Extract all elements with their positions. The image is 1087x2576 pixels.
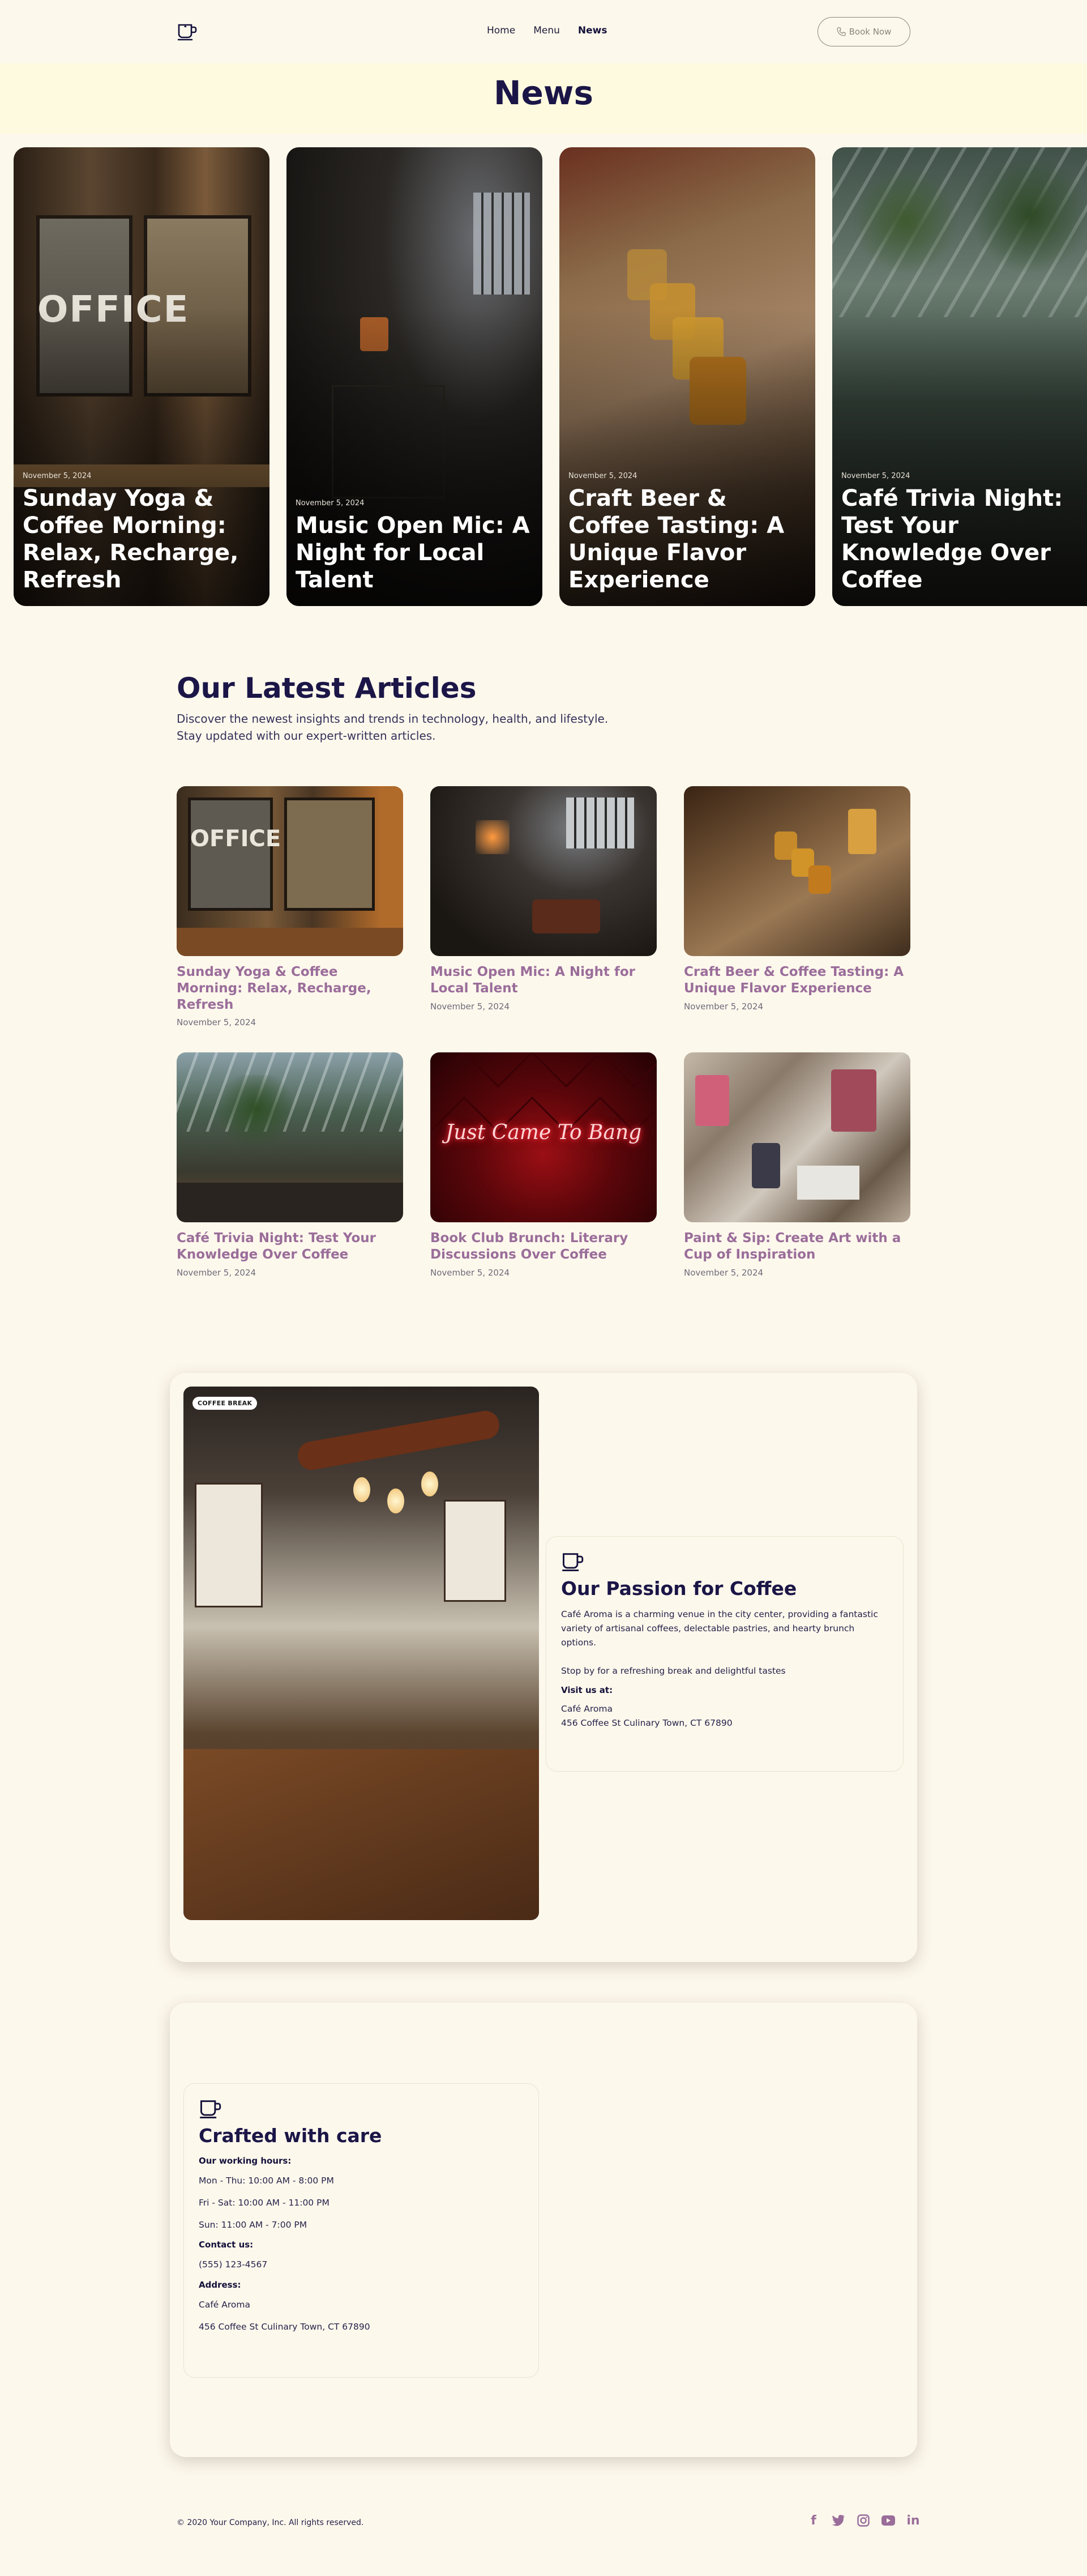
- hero-card[interactable]: OFFICE November 5, 2024 Sunday Yoga & Co…: [14, 147, 269, 606]
- hero-date: November 5, 2024: [23, 472, 92, 480]
- article-image-market-crowd: [684, 1052, 910, 1222]
- care-title: Crafted with care: [199, 2125, 382, 2147]
- care-box: Crafted with care Our working hours: Mon…: [183, 2083, 539, 2378]
- article-card[interactable]: Craft Beer & Coffee Tasting: A Unique Fl…: [684, 786, 910, 1012]
- coffee-cup-icon: [200, 2100, 221, 2118]
- hero-title: Craft Beer & Coffee Tasting: A Unique Fl…: [568, 485, 785, 593]
- hero-text: November 5, 2024 Craft Beer & Coffee Tas…: [568, 472, 805, 594]
- about-image-coffee-shop: COFFEE BREAK: [183, 1387, 539, 1920]
- article-date: November 5, 2024: [177, 1267, 256, 1278]
- hours-label: Our working hours:: [199, 2156, 292, 2166]
- coffee-break-badge: COFFEE BREAK: [192, 1397, 258, 1410]
- page: Home Menu News Book Now News OFFICE Nove…: [0, 0, 1087, 2576]
- hero-card[interactable]: November 5, 2024 Craft Beer & Coffee Tas…: [559, 147, 815, 606]
- book-now-label: Book Now: [849, 27, 892, 37]
- twitter-icon[interactable]: [831, 2513, 846, 2528]
- page-title: News: [494, 74, 593, 112]
- article-title[interactable]: Café Trivia Night: Test Your Knowledge O…: [177, 1230, 403, 1263]
- article-date: November 5, 2024: [177, 1017, 256, 1028]
- article-image-beer-flight: [684, 786, 910, 956]
- hero-title: Café Trivia Night: Test Your Knowledge O…: [841, 485, 1063, 593]
- hero-date: November 5, 2024: [568, 472, 637, 480]
- hours-sunday: Sun: 11:00 AM - 7:00 PM: [199, 2219, 307, 2230]
- article-card[interactable]: Music Open Mic: A Night for Local Talent…: [430, 786, 657, 1012]
- visit-name: Café Aroma: [561, 1704, 613, 1715]
- care-address: 456 Coffee St Culinary Town, CT 67890: [199, 2321, 370, 2332]
- article-card[interactable]: Just Came To Bang Book Club Brunch: Lite…: [430, 1052, 657, 1278]
- latest-articles-title: Our Latest Articles: [177, 672, 477, 705]
- nav-news[interactable]: News: [578, 25, 607, 36]
- contact-phone[interactable]: (555) 123-4567: [199, 2258, 524, 2272]
- article-title[interactable]: Craft Beer & Coffee Tasting: A Unique Fl…: [684, 964, 910, 997]
- article-card[interactable]: Café Trivia Night: Test Your Knowledge O…: [177, 1052, 403, 1278]
- nav-home[interactable]: Home: [487, 25, 515, 36]
- address-label: Address:: [199, 2280, 241, 2291]
- article-date: November 5, 2024: [430, 1267, 510, 1278]
- hero-date: November 5, 2024: [296, 499, 365, 507]
- facebook-icon[interactable]: f: [806, 2513, 821, 2528]
- youtube-icon[interactable]: [881, 2513, 896, 2528]
- passion-title: Our Passion for Coffee: [561, 1577, 797, 1600]
- article-date: November 5, 2024: [684, 1267, 764, 1278]
- phone-icon: [837, 27, 846, 36]
- article-title[interactable]: Music Open Mic: A Night for Local Talent: [430, 964, 657, 997]
- article-date: November 5, 2024: [684, 1001, 764, 1012]
- article-title[interactable]: Book Club Brunch: Literary Discussions O…: [430, 1230, 657, 1263]
- page-banner: News: [0, 63, 1087, 134]
- article-image-cafe-window: OFFICE: [177, 786, 403, 956]
- article-title[interactable]: Paint & Sip: Create Art with a Cup of In…: [684, 1230, 910, 1263]
- office-sign-text: OFFICE: [190, 826, 281, 852]
- article-image-neon-sign: Just Came To Bang: [430, 1052, 657, 1222]
- social-links: f in: [806, 2513, 921, 2528]
- coffee-cup-icon: [562, 1553, 584, 1571]
- hero-text: November 5, 2024 Café Trivia Night: Test…: [841, 472, 1077, 594]
- hero-title: Music Open Mic: A Night for Local Talent: [296, 513, 530, 593]
- hero-text: November 5, 2024 Sunday Yoga & Coffee Mo…: [23, 472, 259, 594]
- contact-label: Contact us:: [199, 2240, 254, 2250]
- nav-menu[interactable]: Menu: [533, 25, 560, 36]
- article-image-greenhouse-cafe: [177, 1052, 403, 1222]
- hero-card[interactable]: November 5, 2024 Music Open Mic: A Night…: [286, 147, 542, 606]
- article-date: November 5, 2024: [430, 1001, 510, 1012]
- latest-articles-subtitle: Discover the newest insights and trends …: [177, 712, 609, 743]
- instagram-icon[interactable]: [856, 2513, 871, 2528]
- linkedin-icon[interactable]: in: [906, 2513, 921, 2528]
- copyright-text: © 2020 Your Company, Inc. All rights res…: [177, 2518, 364, 2527]
- article-card[interactable]: Paint & Sip: Create Art with a Cup of In…: [684, 1052, 910, 1278]
- coffee-cup-icon[interactable]: [177, 23, 197, 41]
- hero-text: November 5, 2024 Music Open Mic: A Night…: [296, 499, 532, 594]
- visit-label: Visit us at:: [561, 1685, 613, 1696]
- hours-weekday: Mon - Thu: 10:00 AM - 8:00 PM: [199, 2176, 334, 2186]
- article-title[interactable]: Sunday Yoga & Coffee Morning: Relax, Rec…: [177, 964, 403, 1013]
- article-image-music-stage: [430, 786, 657, 956]
- hero-title: Sunday Yoga & Coffee Morning: Relax, Rec…: [23, 485, 239, 593]
- book-now-button[interactable]: Book Now: [818, 17, 910, 46]
- passion-description: Café Aroma is a charming venue in the ci…: [561, 1609, 878, 1648]
- visit-address: 456 Coffee St Culinary Town, CT 67890: [561, 1717, 733, 1728]
- passion-tagline: Stop by for a refreshing break and delig…: [561, 1666, 786, 1677]
- hero-date: November 5, 2024: [841, 472, 910, 480]
- site-header: Home Menu News Book Now: [0, 0, 1087, 63]
- main-nav: Home Menu News: [487, 25, 607, 36]
- care-name: Café Aroma: [199, 2300, 250, 2310]
- hours-weekend: Fri - Sat: 10:00 AM - 11:00 PM: [199, 2197, 329, 2208]
- hero-card[interactable]: November 5, 2024 Café Trivia Night: Test…: [832, 147, 1087, 606]
- neon-sign-text: Just Came To Bang: [445, 1121, 642, 1144]
- passion-box: Our Passion for Coffee Café Aroma is a c…: [546, 1536, 904, 1772]
- article-card[interactable]: OFFICE Sunday Yoga & Coffee Morning: Rel…: [177, 786, 403, 1027]
